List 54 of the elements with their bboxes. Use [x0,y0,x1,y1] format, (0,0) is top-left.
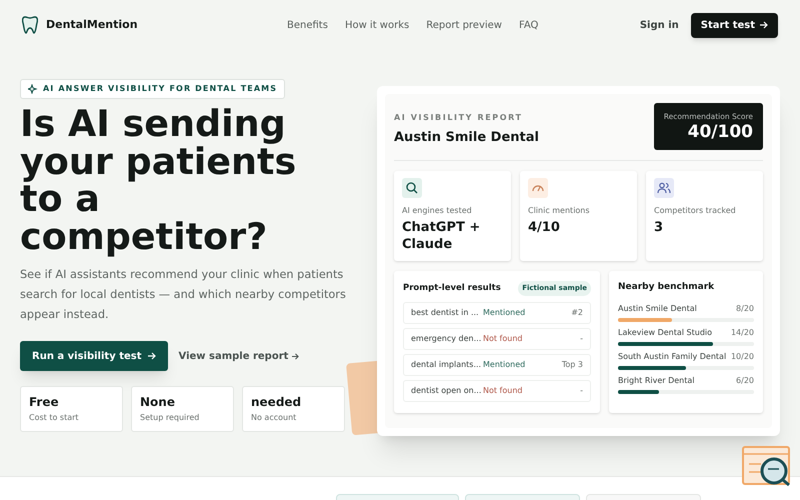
competitor-name: Lakeview Dental Studio [618,326,712,338]
report-search-icon[interactable] [741,445,793,487]
stat-value: needed [251,395,302,410]
sample-report-link[interactable]: View sample report [178,348,300,364]
clinic-name: Austin Smile Dental [394,129,539,147]
category-badge: AI ANSWER VISIBILITY FOR DENTAL TEAMS [20,79,286,99]
metric-value: ChatGPT + Claude [402,219,482,253]
status-text: Not found [483,384,524,396]
competitor-score: 8/20 [736,302,754,314]
stat-label: Setup required [140,412,200,424]
prompt-text: best dentist in ... [411,306,480,318]
rank-text: #2 [571,306,583,318]
report-eyebrow: AI VISIBILITY REPORT [394,112,524,124]
nav-link[interactable]: FAQ [518,18,538,32]
arrow-right-icon [292,352,300,360]
metric-label: Competitors tracked [654,205,737,217]
stat-label: Cost to start [29,412,80,424]
metric-value: 4/10 [528,219,561,236]
tooth-logo-icon [22,16,38,34]
nav-link[interactable]: How it works [344,18,410,32]
prompt-text: dentist open on... [411,384,482,396]
competitor-score: 14/20 [730,326,754,338]
arrow-right-icon [148,352,156,360]
stat-value: None [140,395,176,410]
metric-value: 3 [654,219,664,236]
stat-label: No account [251,412,298,424]
status-text: Mentioned [483,306,526,318]
hero-subtitle: See if AI assistants recommend your clinic when patients search for local dentists — and which nearby competitors appear instead. [20,267,347,323]
hero-heading: Is AI sending your patients to a competitor? [20,105,298,255]
competitor-name: South Austin Family Dental [618,350,726,362]
competitor-name: Bright River Dental [618,374,695,386]
status-text: Mentioned [483,358,526,370]
sparkle-icon [28,84,38,94]
nav-link[interactable]: Report preview [426,18,502,32]
panel-title: Prompt-level results [403,282,501,295]
rank-text: - [580,332,583,344]
arrow-right-icon [760,21,768,29]
rank-text: - [580,384,583,396]
run-test-button[interactable]: Run a visibility test [20,341,168,371]
start-test-button[interactable]: Start test [690,12,778,38]
competitor-score: 10/20 [730,350,754,362]
sign-in-link[interactable]: Sign in [640,18,679,32]
panel-title: Nearby benchmark [618,281,716,294]
brand-name: DentalMention [46,16,138,33]
status-text: Not found [483,332,524,344]
nav-link[interactable]: Benefits [287,18,328,32]
competitor-name: Austin Smile Dental [618,302,697,314]
stat-value: Free [29,395,60,410]
prompt-text: emergency den... [411,332,482,344]
metric-label: AI engines tested [402,205,473,217]
metric-label: Clinic mentions [528,205,591,217]
prompt-text: dental implants... [411,358,482,370]
rank-text: Top 3 [562,358,583,370]
competitor-score: 6/20 [736,374,754,386]
